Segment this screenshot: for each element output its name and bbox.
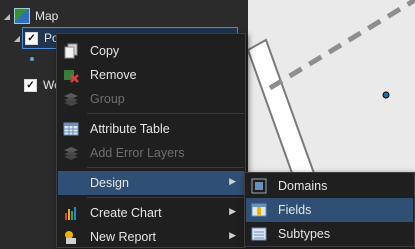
map-point-icon <box>382 91 390 99</box>
menu-item-copy[interactable]: Copy <box>58 39 244 63</box>
group-icon <box>63 91 79 107</box>
table-icon <box>63 121 79 137</box>
layer-context-menu: Copy Remove Group Attribute Table Add Er… <box>56 33 246 248</box>
submenu-arrow-icon: ▶ <box>229 230 236 240</box>
tree-row-map[interactable]: ◢ Map <box>2 6 58 26</box>
menu-separator <box>87 113 244 114</box>
menu-item-create-chart[interactable]: Create Chart ▶ <box>58 201 244 225</box>
submenu-arrow-icon: ▶ <box>229 176 236 186</box>
menu-separator <box>87 167 244 168</box>
menu-item-remove[interactable]: Remove <box>58 63 244 87</box>
collapse-arrow-icon[interactable]: ◢ <box>12 33 22 43</box>
submenu-item-domains[interactable]: Domains <box>246 174 413 198</box>
menu-item-attribute-table[interactable]: Attribute Table <box>58 117 244 141</box>
menu-item-group[interactable]: Group <box>58 87 244 111</box>
collapse-arrow-icon[interactable]: ◢ <box>2 11 12 21</box>
report-icon <box>63 229 79 245</box>
error-layers-icon <box>63 145 79 161</box>
chart-icon <box>63 205 79 221</box>
domains-icon <box>251 178 267 194</box>
menu-item-add-error-layers[interactable]: Add Error Layers <box>58 141 244 165</box>
menu-separator <box>87 197 244 198</box>
design-submenu: Domains Fields Subtypes <box>244 172 415 247</box>
layer-visibility-checkbox[interactable]: ✓ <box>25 31 38 45</box>
remove-icon <box>63 67 79 83</box>
fields-icon <box>251 202 267 218</box>
submenu-arrow-icon: ▶ <box>229 206 236 216</box>
copy-icon <box>63 43 79 59</box>
map-icon <box>14 8 30 24</box>
menu-item-design[interactable]: Design ▶ <box>58 171 244 195</box>
map-label: Map <box>35 9 59 23</box>
submenu-item-fields[interactable]: Fields <box>246 198 413 222</box>
point-symbol-icon <box>30 57 34 61</box>
layer-visibility-checkbox[interactable]: ✓ <box>24 78 37 92</box>
menu-item-new-report[interactable]: New Report ▶ <box>58 225 244 249</box>
submenu-item-subtypes[interactable]: Subtypes <box>246 222 413 246</box>
